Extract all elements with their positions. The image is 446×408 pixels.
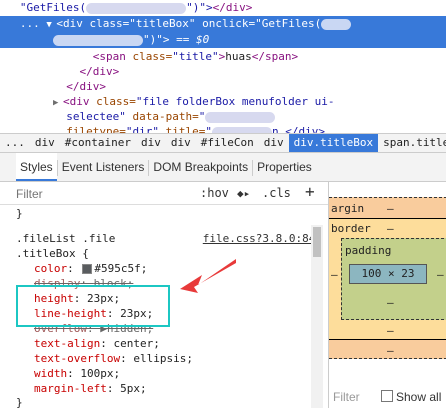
dom-open-tag: <div [62, 95, 90, 108]
rule-brace: } [16, 207, 23, 220]
breadcrumb-item[interactable]: ... [0, 134, 30, 152]
annotation-arrow-icon [180, 259, 236, 293]
dom-line-selected-titlebox[interactable]: ... ▼ <div class="titleBox" onclick="GetF… [0, 16, 446, 48]
breadcrumb-item[interactable]: span.title [378, 134, 446, 152]
border-left-value[interactable]: – [331, 268, 338, 281]
padding-bottom-value[interactable]: – [387, 296, 394, 309]
redacted-blur [52, 34, 143, 46]
rule-selector-line2[interactable]: .titleBox { [16, 247, 89, 261]
tab-properties[interactable]: Properties [253, 153, 316, 181]
dom-text: n…</div> [271, 125, 325, 133]
dom-text: ")"> [186, 1, 213, 14]
show-all-label: Show all [396, 390, 442, 404]
breadcrumb-item[interactable]: div [30, 134, 60, 152]
dom-attr-val: "dir" [125, 125, 159, 133]
dom-line-getfiles[interactable]: "GetFiles( ")"></div> [0, 0, 446, 15]
redacted-blur [86, 2, 187, 14]
redacted-blur [321, 18, 352, 30]
margin-top-value[interactable]: – [387, 202, 394, 215]
margin-bottom-value[interactable]: – [387, 344, 394, 357]
breadcrumb-item[interactable]: div [166, 134, 196, 152]
breadcrumb-item[interactable]: div [259, 134, 289, 152]
border-bottom-value[interactable]: – [387, 324, 394, 337]
styles-scrollbar[interactable] [311, 225, 323, 408]
dom-close-tag: </div> [212, 1, 253, 14]
styles-filter-input[interactable] [14, 186, 168, 202]
styles-filter-bar: :hov ◆▸ .cls + [0, 182, 328, 205]
dom-open-tag: <span [92, 50, 126, 63]
dom-line-folder-2[interactable]: selectee" data-path=" [0, 109, 446, 124]
dom-attr-val: " [198, 110, 206, 123]
paint-bucket-icon[interactable]: ◆▸ [237, 187, 250, 200]
dom-attr: title= [165, 125, 206, 133]
dom-attr-val: selectee" [66, 110, 126, 123]
dom-attr-val: "titleBox" [129, 17, 196, 30]
dom-line-folder-3[interactable]: filetype="dir" title=" n…</div> [0, 124, 446, 133]
dom-attr: class= [96, 95, 136, 108]
dom-line-close-div[interactable]: </div> [0, 64, 446, 79]
breadcrumb-item[interactable]: #fileCon [196, 134, 259, 152]
rule-source-link[interactable]: file.css?3.8.0:840 [203, 232, 322, 245]
dom-close-tag: </div> [66, 80, 106, 93]
tab-styles[interactable]: Styles [16, 153, 57, 181]
border-label: border [331, 222, 371, 235]
dom-ref: $0 [195, 33, 210, 46]
dom-close-tag: </span> [251, 50, 299, 63]
tab-dom-breakpoints[interactable]: DOM Breakpoints [149, 153, 252, 181]
dom-line-span[interactable]: <span class="title">huas</span> [0, 49, 446, 64]
cls-toggle[interactable]: .cls [262, 186, 291, 200]
dom-line-close-div[interactable]: </div> [0, 79, 446, 94]
dom-attr: filetype= [66, 125, 126, 133]
dom-text: "GetFiles( [19, 1, 87, 14]
margin-label: argin [331, 202, 365, 215]
checkbox-icon[interactable] [381, 390, 393, 402]
color-swatch-icon[interactable] [82, 264, 93, 274]
border-right-value[interactable]: – [437, 268, 444, 281]
dom-text: ")"> [142, 33, 170, 46]
hov-toggle[interactable]: :hov [200, 186, 229, 200]
dom-attr-val: "GetFiles( [255, 17, 322, 30]
dom-attr-val: " [205, 125, 212, 133]
breadcrumb: ... div #container div div #fileCon div div.tit… [0, 133, 446, 153]
dom-attr: class= [132, 50, 173, 63]
rule-selector-line1[interactable]: .fileList .file [16, 232, 115, 246]
rule-decl-width[interactable]: width: 100px; [34, 367, 120, 381]
padding-label: padding [345, 244, 392, 257]
rule-decl-margin-left[interactable]: margin-left: 5px; [34, 382, 147, 396]
rule-brace: } [16, 396, 23, 408]
dom-attr-val: "file folderBox menufolder ui- [135, 95, 335, 108]
dom-open-tag: <div [56, 17, 83, 30]
rule-decl-text-overflow[interactable]: text-overflow: ellipsis; [34, 352, 193, 366]
box-model-pane: argin – border – padding – – 100 × 23 – … [328, 182, 446, 408]
collapse-triangle-icon[interactable]: ▼ [46, 17, 56, 33]
breadcrumb-item[interactable]: #container [60, 134, 136, 152]
breadcrumb-item[interactable]: div [136, 134, 166, 152]
tab-event-listeners[interactable]: Event Listeners [58, 153, 149, 181]
box-model-content-size[interactable]: 100 × 23 [349, 264, 427, 284]
styles-subtabs: Styles Event Listeners DOM Breakpoints Prop… [0, 153, 446, 182]
breadcrumb-item-active[interactable]: div.titleBox [288, 134, 379, 152]
new-style-rule-icon[interactable]: + [305, 182, 315, 201]
dom-eq: == [176, 33, 190, 46]
show-all-checkbox[interactable]: Show all [381, 390, 441, 404]
elements-tree: "GetFiles(")"></div> ... ▼ <div class="ti… [0, 0, 446, 133]
rule-decl-color[interactable]: color: #595c5f; [34, 262, 147, 276]
dom-line-folder[interactable]: ▶ <div class="file folderBox menufolder u… [0, 94, 446, 109]
computed-filter-input[interactable]: Filter [333, 390, 360, 404]
border-top-value[interactable]: – [387, 222, 394, 235]
dom-close-tag: </div> [79, 65, 120, 78]
dom-attr: data-path= [132, 110, 199, 123]
redacted-blur [205, 111, 276, 123]
dom-attr: class= [89, 17, 130, 30]
dom-attr-val: "title" [172, 50, 219, 63]
dom-text: huas [225, 50, 252, 63]
rule-decl-text-align[interactable]: text-align: center; [34, 337, 160, 351]
dom-attr: onclick= [202, 17, 256, 30]
scrollbar-thumb[interactable] [313, 227, 321, 257]
annotation-highlight-box [16, 285, 170, 327]
